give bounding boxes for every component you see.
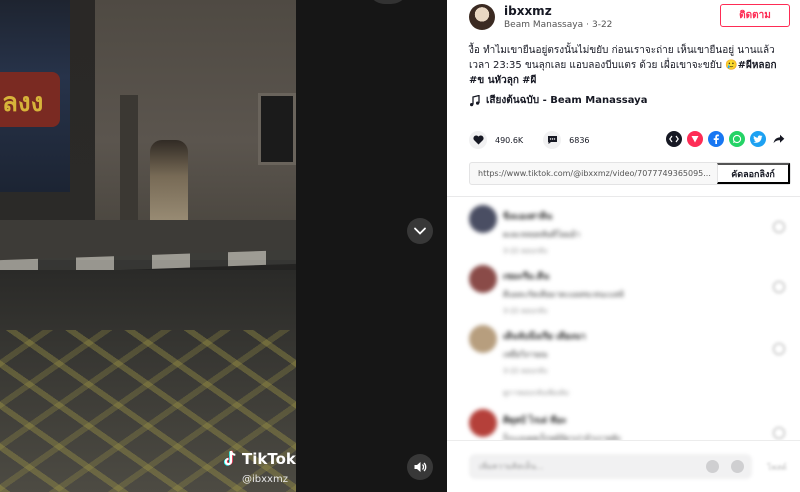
embed-button[interactable] <box>666 131 682 147</box>
comment-button[interactable] <box>543 131 562 149</box>
video-caption: งื้อ ทำไมเขายืนอยู่ตรงนั้นไม่ขยับ ก่อนเร… <box>469 43 791 88</box>
comment-item: เขมะรีม.ดีน ดีแผละกัดเคียมาตะแผลขะหนะแสล… <box>469 265 624 317</box>
video-frame: ลงง <box>0 0 296 492</box>
video-url[interactable]: https://www.tiktok.com/@ibxxmz/video/707… <box>470 169 717 178</box>
post-date: 3-22 <box>591 20 613 30</box>
sign-text: ลงง <box>2 88 44 118</box>
commenter-name[interactable]: เดินจับนึงเรีย เดียงนา <box>503 329 586 343</box>
tiktok-watermark: TikTok <box>222 450 296 468</box>
link-copy-row: https://www.tiktok.com/@ibxxmz/video/707… <box>469 162 791 185</box>
like-count: 490.6K <box>495 135 524 145</box>
comment-item: ขิงเเองสาหิน ผะผะหลอตลัษดีโผมอ้า 3-22 ตอ… <box>469 205 580 257</box>
comment-item: เดินจับนึงเรีย เดียงนา เหยือวิภาษณ 3-22 … <box>469 325 586 399</box>
post-button[interactable]: โพสต์ <box>767 461 787 474</box>
whatsapp-icon <box>732 134 742 144</box>
hashtag-link[interactable]: #ผี <box>522 75 536 86</box>
comment-like-icon[interactable] <box>773 343 785 355</box>
caption-text: งื้อ ทำไมเขายืนอยู่ตรงนั้นไม่ขยับ ก่อนเร… <box>469 45 775 71</box>
author-display-name: Beam Manassaya <box>504 20 584 30</box>
comment-text: ดีแผละกัดเคียมาตะแผลขะหนะแสล้ <box>503 290 624 299</box>
previous-video-button[interactable] <box>367 0 409 4</box>
comment-text: ผะผะหลอตลัษดีโผมอ้า <box>503 230 581 239</box>
author-header: ibxxmz Beam Manassaya · 3-22 ติดตาม <box>447 0 800 36</box>
comment-count: 6836 <box>569 135 590 145</box>
author-username[interactable]: ibxxmz <box>504 4 552 18</box>
building-window <box>258 93 296 165</box>
view-replies-link[interactable]: ดูการตอบกลับเพิ่มเติม <box>503 388 586 399</box>
utility-pole <box>120 95 138 235</box>
tiktok-brand-text: TikTok <box>242 450 296 468</box>
commenter-avatar[interactable] <box>469 409 497 437</box>
like-button[interactable] <box>469 131 487 149</box>
comment-text: เหยือวิภาษณ <box>503 350 548 359</box>
tiktok-share-icon <box>691 136 699 143</box>
copy-link-button[interactable]: คัดลอกลิงก์ <box>717 163 790 184</box>
watermark-handle: @ibxxmz <box>242 474 288 485</box>
speaker-icon <box>414 462 427 472</box>
standing-figure <box>150 140 188 230</box>
twitter-share-button[interactable] <box>750 131 766 147</box>
comment-meta[interactable]: 3-22 ตอบกลับ <box>503 246 580 257</box>
chevron-down-icon <box>414 227 426 235</box>
details-panel: ibxxmz Beam Manassaya · 3-22 ติดตาม งื้อ… <box>447 0 800 492</box>
emoji-icon[interactable] <box>731 460 744 473</box>
facebook-icon <box>713 134 719 144</box>
forward-icon <box>773 134 785 144</box>
next-video-button[interactable] <box>407 218 433 244</box>
comment-composer: เพิ่มความคิดเห็น... โพสต์ <box>447 440 800 492</box>
more-share-button[interactable] <box>771 131 787 147</box>
engagement-stats: 490.6K 6836 <box>469 131 590 149</box>
commenter-avatar[interactable] <box>469 325 497 353</box>
comment-like-icon[interactable] <box>773 427 785 439</box>
comment-like-icon[interactable] <box>773 221 785 233</box>
tiktok-share-button[interactable] <box>687 131 703 147</box>
tiktok-logo-icon <box>223 450 236 466</box>
commenter-name[interactable]: เขมะรีม.ดีน <box>503 269 624 283</box>
hashtag-link[interactable]: #ข นหัวลุก <box>469 75 519 86</box>
heart-icon <box>472 135 484 145</box>
tiktok-video-page: ลงง TikTok @ibxxmz ibxxmz Beam Manassaya… <box>0 0 800 492</box>
share-buttons <box>666 131 787 147</box>
commenter-avatar[interactable] <box>469 205 497 233</box>
author-subline: Beam Manassaya · 3-22 <box>504 20 612 30</box>
author-avatar[interactable] <box>469 4 495 30</box>
embed-icon <box>669 135 679 143</box>
commenter-avatar[interactable] <box>469 265 497 293</box>
twitter-icon <box>753 135 763 143</box>
comment-meta[interactable]: 3-22 ตอบกลับ <box>503 306 624 317</box>
comment-text: ก็กะเถเดคเร็กหย์ปัยาเร่าถ้าเราหลัง <box>503 434 621 440</box>
whatsapp-share-button[interactable] <box>729 131 745 147</box>
comment-item: ศิตุสป์ ไรเด่ ทือะ ก็กะเถเดคเร็กหย์ปัยาเ… <box>469 409 620 440</box>
separator-dot: · <box>586 20 589 30</box>
mention-icon[interactable] <box>706 460 719 473</box>
music-title: เสียงต้นฉบับ - Beam Manassaya <box>486 95 648 106</box>
comment-meta[interactable]: 3-22 ตอบกลับ <box>503 366 586 377</box>
facebook-share-button[interactable] <box>708 131 724 147</box>
music-note-icon <box>470 94 480 106</box>
volume-button[interactable] <box>407 454 433 480</box>
commenter-name[interactable]: ขิงเเองสาหิน <box>503 209 580 223</box>
comment-icon <box>547 136 557 144</box>
comment-like-icon[interactable] <box>773 281 785 293</box>
hashtag-link[interactable]: #ผีหลอก <box>738 60 777 71</box>
follow-button[interactable]: ติดตาม <box>720 4 790 27</box>
video-player[interactable]: ลงง TikTok @ibxxmz <box>0 0 447 492</box>
commenter-name[interactable]: ศิตุสป์ ไรเด่ ทือะ <box>503 413 620 427</box>
music-link[interactable]: เสียงต้นฉบับ - Beam Manassaya <box>469 93 647 108</box>
store-sign: ลงง <box>0 0 70 192</box>
comments-list[interactable]: ขิงเเองสาหิน ผะผะหลอตลัษดีโผมอ้า 3-22 ตอ… <box>447 196 800 440</box>
